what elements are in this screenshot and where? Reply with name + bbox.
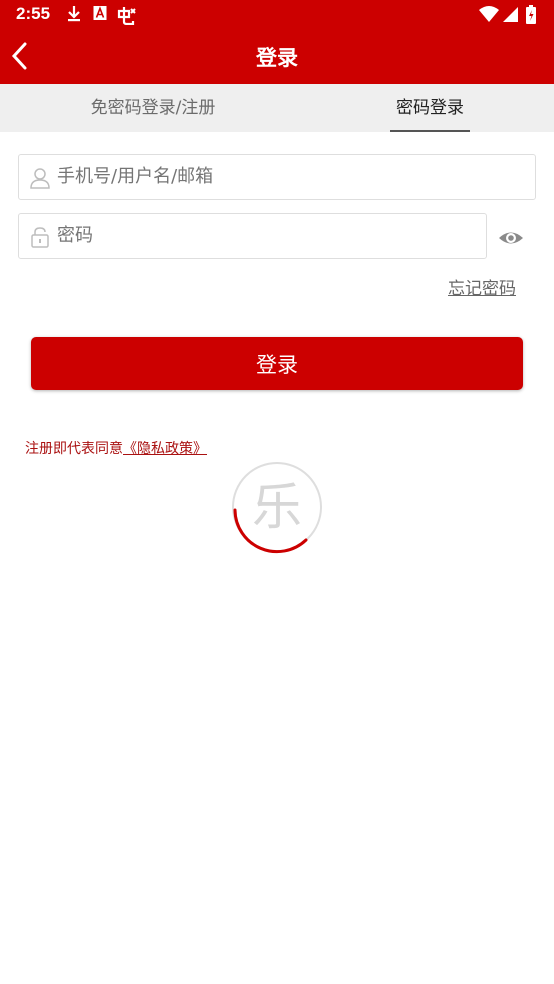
battery-icon [526,5,536,24]
a-box-icon [93,6,107,20]
user-icon [30,168,50,189]
forgot-password-link[interactable]: 忘记密码 [448,274,516,299]
status-bar: 2:55 [0,0,554,30]
tab-passwordless-login[interactable]: 免密码登录/注册 [60,84,246,132]
wifi-icon [479,6,499,22]
game-icon [117,7,136,25]
lock-icon [31,227,49,248]
status-time: 2:55 [16,4,51,23]
password-input[interactable] [57,214,474,258]
page-title: 登录 [256,46,298,70]
loading-logo-glyph: 乐 [252,478,302,536]
login-button[interactable]: 登录 [31,337,523,390]
password-field[interactable] [18,213,487,259]
signal-icon [503,7,518,22]
tab-password-login[interactable]: 密码登录 [390,84,470,132]
username-field[interactable] [18,154,536,200]
app-header: 登录 [0,30,554,84]
privacy-policy-link[interactable]: 《隐私政策》 [123,441,207,457]
loading-spinner: 乐 [230,460,324,554]
download-icon [68,6,80,22]
show-password-eye-icon[interactable] [497,226,525,250]
login-tabs: 免密码登录/注册 密码登录 [0,84,554,132]
agreement-text: 注册即代表同意《隐私政策》 [25,438,207,458]
agreement-prefix: 注册即代表同意 [25,441,123,457]
username-input[interactable] [57,155,523,199]
